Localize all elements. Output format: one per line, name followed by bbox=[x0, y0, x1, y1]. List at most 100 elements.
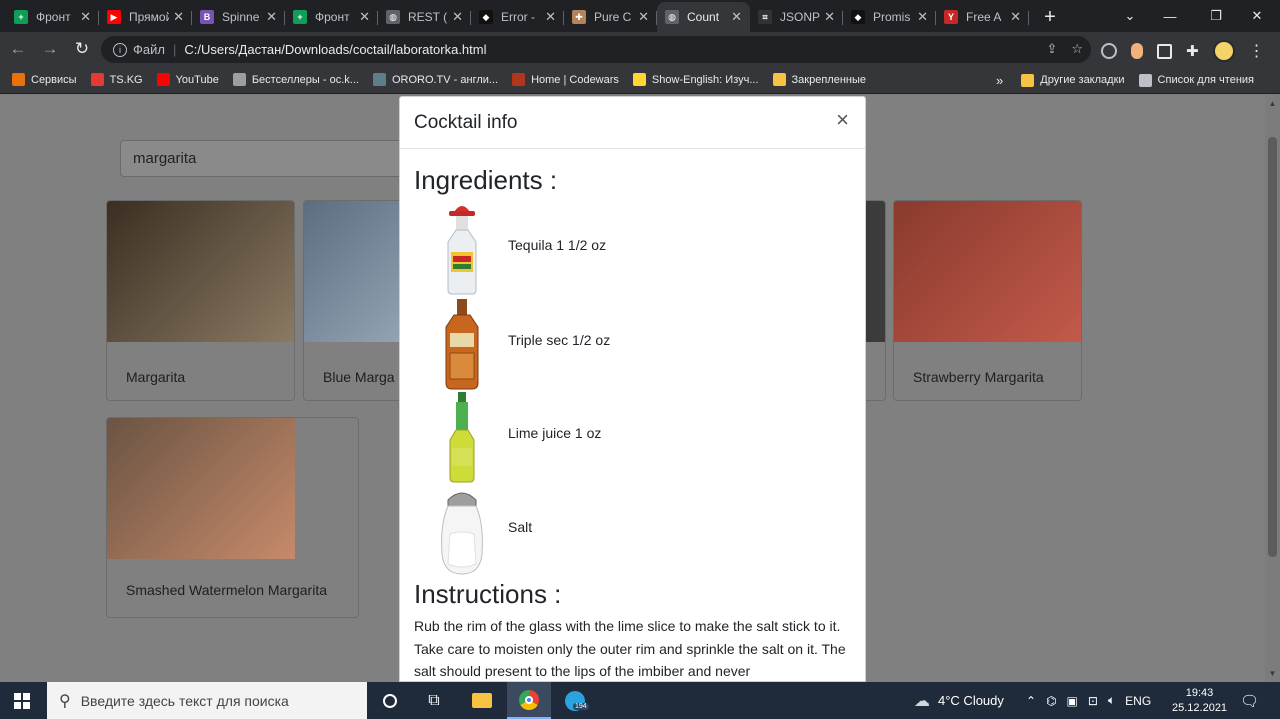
page-scrollbar[interactable]: ▲ ▼ bbox=[1265, 95, 1280, 682]
globe-icon: ◍ bbox=[665, 10, 679, 24]
clock[interactable]: 19:43 25.12.2021 bbox=[1172, 682, 1227, 719]
code-icon: ⌗ bbox=[758, 10, 772, 24]
tab-close-icon[interactable]: ✕ bbox=[638, 9, 649, 25]
info-icon[interactable]: i bbox=[113, 42, 127, 57]
bookmark-label: Другие закладки bbox=[1040, 74, 1125, 86]
scrollbar-thumb[interactable] bbox=[1268, 137, 1277, 557]
tskg-icon bbox=[90, 73, 104, 86]
new-tab-button[interactable]: + bbox=[1035, 2, 1065, 32]
browser-tab[interactable]: ⌗ JSONP ✕ bbox=[750, 2, 843, 32]
tab-close-icon[interactable]: ✕ bbox=[731, 9, 742, 25]
browser-tab[interactable]: Y Free A ✕ bbox=[936, 2, 1029, 32]
ingredient-item: Tequila 1 1/2 oz bbox=[414, 202, 854, 296]
menu-icon[interactable]: ⋮ bbox=[1249, 41, 1265, 61]
tab-close-icon[interactable]: ✕ bbox=[80, 9, 91, 25]
bookmark-item[interactable]: YouTube bbox=[156, 73, 219, 86]
ingredient-label: Tequila 1 1/2 oz bbox=[508, 237, 607, 253]
triple-sec-bottle-icon bbox=[445, 299, 479, 390]
puzzle-icon: ✚ bbox=[572, 10, 586, 24]
network-icon[interactable]: ⊡ bbox=[1088, 694, 1098, 708]
scheme-label: Файл bbox=[133, 42, 165, 57]
octo-icon: ◆ bbox=[851, 10, 865, 24]
ingredient-item: Salt bbox=[414, 484, 854, 578]
tab-close-icon[interactable]: ✕ bbox=[173, 9, 184, 25]
browser-tab[interactable]: ◍ REST (✕ bbox=[378, 2, 471, 32]
forward-button[interactable]: → bbox=[36, 35, 64, 63]
cocktail-card[interactable]: Margarita bbox=[106, 200, 295, 401]
bookmark-item[interactable]: Закрепленные bbox=[772, 73, 866, 86]
tab-close-icon[interactable]: ✕ bbox=[545, 9, 556, 25]
bookmark-star-icon[interactable]: ☆ bbox=[1071, 41, 1083, 57]
extension-circle-icon[interactable] bbox=[1101, 43, 1117, 59]
ingredient-label: Lime juice 1 oz bbox=[508, 425, 602, 441]
cortana-icon[interactable] bbox=[368, 682, 412, 719]
gamepad-icon[interactable]: ⌬ bbox=[1046, 694, 1056, 708]
file-explorer-icon[interactable] bbox=[460, 682, 504, 719]
clock-date: 25.12.2021 bbox=[1172, 701, 1228, 714]
share-icon[interactable]: ⇪ bbox=[1046, 41, 1057, 57]
scroll-down-arrow[interactable]: ▼ bbox=[1265, 669, 1280, 678]
volume-icon[interactable]: 🔈︎ bbox=[1108, 693, 1115, 708]
address-bar[interactable]: i Файл | C:/Users/Дастан/Downloads/cocta… bbox=[101, 36, 1091, 63]
weather-text: 4°C Cloudy bbox=[938, 693, 1004, 708]
bookmark-item[interactable]: Список для чтения bbox=[1138, 73, 1254, 87]
camera-icon[interactable]: ▣ bbox=[1067, 694, 1078, 708]
restore-button[interactable]: ❐ bbox=[1193, 0, 1239, 32]
tab-title: Free A bbox=[966, 10, 1002, 24]
browser-tab[interactable]: ✚ Pure C ✕ bbox=[564, 2, 657, 32]
language-indicator[interactable]: ENG bbox=[1125, 694, 1151, 708]
browser-tab[interactable]: + Фронт ✕ bbox=[6, 2, 99, 32]
extension-drop-icon[interactable] bbox=[1131, 43, 1143, 59]
browser-tab[interactable]: ◍ Count ✕ bbox=[657, 2, 750, 32]
profile-avatar[interactable] bbox=[1212, 40, 1235, 62]
apps-icon bbox=[12, 73, 25, 86]
browser-tab[interactable]: ◆ Promis ✕ bbox=[843, 2, 936, 32]
tab-close-icon[interactable]: ✕ bbox=[824, 9, 835, 25]
bookmark-item[interactable]: Бестселлеры - ос.k... bbox=[232, 73, 359, 86]
taskbar-search[interactable]: ⚲ Введите здесь текст для поиска bbox=[47, 682, 367, 719]
close-window-button[interactable]: ✕ bbox=[1234, 0, 1280, 32]
bookmark-item[interactable]: Home | Codewars bbox=[512, 73, 619, 86]
bookmark-item[interactable]: Сервисы bbox=[12, 73, 77, 86]
tab-close-icon[interactable]: ✕ bbox=[452, 9, 463, 25]
tab-close-icon[interactable]: ✕ bbox=[359, 9, 370, 25]
bookmark-item[interactable]: Другие закладки bbox=[1021, 73, 1125, 87]
browser-tab[interactable]: + Фронт ✕ bbox=[285, 2, 378, 32]
scroll-up-arrow[interactable]: ▲ bbox=[1265, 99, 1280, 108]
bookmark-item[interactable]: TS.KG bbox=[90, 73, 143, 86]
reload-button[interactable]: ↻ bbox=[68, 35, 96, 63]
close-icon[interactable]: × bbox=[836, 109, 849, 131]
search-input[interactable]: margarita bbox=[120, 140, 420, 177]
back-button[interactable]: ← bbox=[4, 35, 32, 63]
browser-tab[interactable]: B Spinne ✕ bbox=[192, 2, 285, 32]
task-view-icon[interactable]: ⧉ bbox=[412, 682, 456, 719]
tab-close-icon[interactable]: ✕ bbox=[1010, 9, 1021, 25]
more-bookmarks-button[interactable]: » bbox=[996, 73, 1003, 88]
extensions-puzzle-icon[interactable]: ✚ bbox=[1186, 42, 1199, 60]
tab-close-icon[interactable]: ✕ bbox=[917, 9, 928, 25]
bookmark-item[interactable]: Show-English: Изуч... bbox=[632, 73, 759, 86]
bookmark-item[interactable]: ORORO.TV - англи... bbox=[372, 73, 499, 86]
notifications-icon[interactable]: 🗨︎ bbox=[1240, 682, 1259, 719]
tab-close-icon[interactable]: ✕ bbox=[266, 9, 277, 25]
chrome-taskbar-icon[interactable] bbox=[507, 682, 551, 719]
codewars-icon bbox=[512, 73, 526, 86]
weather-widget[interactable]: ☁ 4°C Cloudy bbox=[914, 682, 1004, 719]
cocktail-name: Margarita bbox=[126, 369, 186, 385]
bookmark-label: Бестселлеры - ос.k... bbox=[251, 73, 359, 86]
tab-title: REST ( bbox=[408, 10, 448, 24]
extensions-area: ✚ ⋮ bbox=[1101, 40, 1265, 62]
bookmark-list: Сервисы TS.KG YouTube Бестселлеры - ос.k...… bbox=[12, 73, 880, 86]
cocktail-card[interactable]: Smashed Watermelon Margarita bbox=[106, 417, 359, 618]
browser-tab[interactable]: ◆ Error - ✕ bbox=[471, 2, 564, 32]
browser-tab[interactable]: ▶ Прямой ✕ bbox=[99, 2, 192, 32]
bookmark-label: ORORO.TV - англи... bbox=[391, 73, 499, 86]
chevron-up-icon[interactable]: ⌃ bbox=[1026, 694, 1036, 708]
telegram-icon[interactable]: 194 bbox=[553, 682, 597, 719]
cocktail-card[interactable]: Strawberry Margarita bbox=[893, 200, 1082, 401]
windows-start-button[interactable] bbox=[0, 682, 44, 719]
instructions-heading: Instructions : bbox=[414, 579, 562, 609]
extension-qr-icon[interactable] bbox=[1157, 43, 1172, 59]
minimize-button[interactable]: — bbox=[1147, 0, 1193, 32]
ingredients-heading: Ingredients : bbox=[414, 165, 558, 195]
